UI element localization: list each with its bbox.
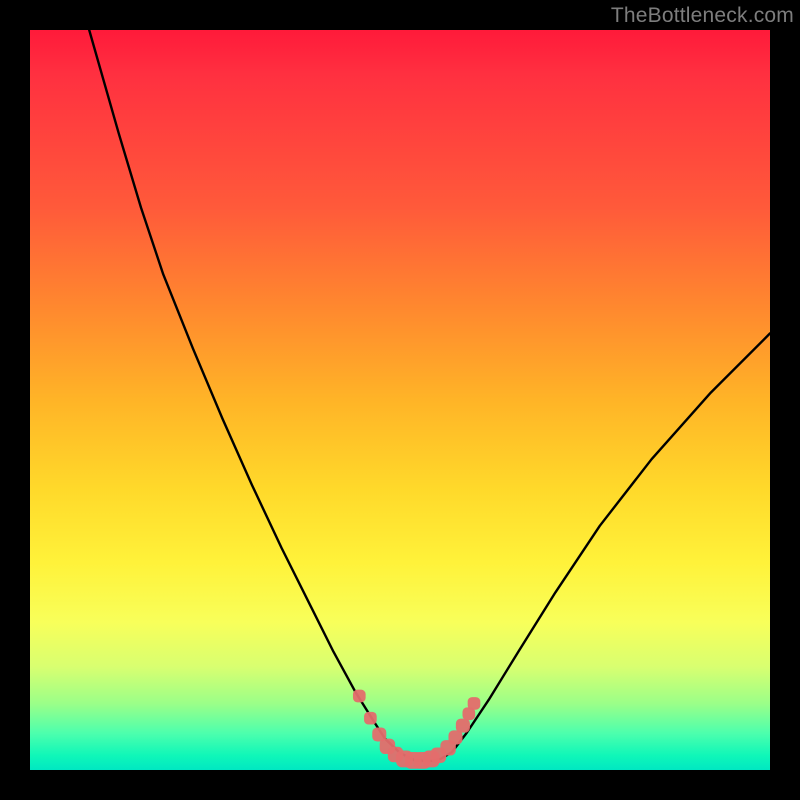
watermark-text: TheBottleneck.com <box>611 4 794 28</box>
chart-frame: TheBottleneck.com <box>0 0 800 800</box>
plot-area <box>30 30 770 770</box>
